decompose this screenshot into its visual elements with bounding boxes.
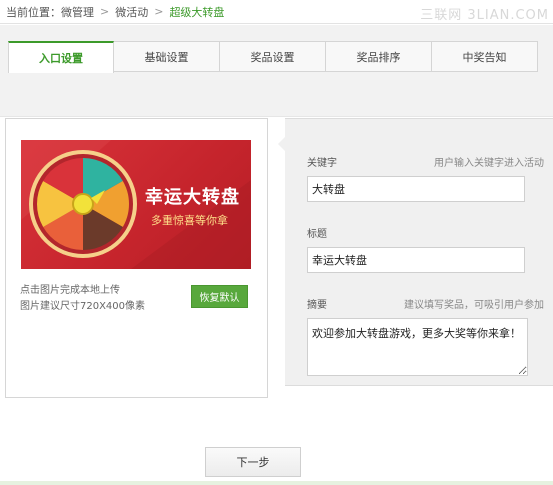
breadcrumb-item-manage[interactable]: 微管理: [61, 4, 94, 20]
tab-prize-order[interactable]: 奖品排序: [326, 41, 432, 72]
tab-bar: 入口设置 基础设置 奖品设置 奖品排序 中奖告知: [0, 25, 553, 117]
next-step-button[interactable]: 下一步: [205, 447, 301, 477]
breadcrumb-item-activity[interactable]: 微活动: [115, 4, 148, 20]
keyword-tip: 用户输入关键字进入活动: [434, 158, 544, 169]
summary-label: 摘要: [307, 300, 327, 311]
breadcrumb-separator: >: [100, 5, 110, 18]
breadcrumb-prefix: 当前位置：: [6, 5, 61, 19]
summary-tip: 建议填写奖品，可吸引用户参加: [404, 300, 544, 311]
title-label: 标题: [307, 229, 327, 240]
banner-title: 幸运大转盘: [145, 187, 240, 208]
title-input[interactable]: [307, 247, 525, 273]
upload-hint: 点击图片完成本地上传: [20, 285, 120, 296]
breadcrumb-item-current: 超级大转盘: [169, 5, 225, 19]
cover-image-card: 幸运大转盘 多重惊喜等你拿 点击图片完成本地上传 图片建议尺寸720X400像素…: [5, 118, 268, 398]
size-hint: 图片建议尺寸720X400像素: [20, 301, 146, 312]
keyword-input[interactable]: [307, 176, 525, 202]
tab-prize-settings[interactable]: 奖品设置: [220, 41, 326, 72]
restore-default-button[interactable]: 恢复默认: [191, 285, 248, 308]
tab-entry-settings[interactable]: 入口设置: [8, 41, 114, 73]
watermark: 三联网 3LIAN.COM: [420, 8, 549, 23]
breadcrumb-separator: >: [154, 5, 164, 18]
summary-textarea[interactable]: 欢迎参加大转盘游戏，更多大奖等你来拿！: [307, 318, 528, 376]
tab-basic-settings[interactable]: 基础设置: [114, 41, 220, 72]
cover-image[interactable]: 幸运大转盘 多重惊喜等你拿: [21, 140, 251, 269]
banner-subtitle: 多重惊喜等你拿: [151, 214, 228, 227]
entry-form-panel: 关键字 用户输入关键字进入活动 标题 摘要 建议填写奖品，可吸引用户参加 欢迎参…: [278, 118, 553, 386]
tab-winner-notice[interactable]: 中奖告知: [432, 41, 538, 72]
tabs: 入口设置 基础设置 奖品设置 奖品排序 中奖告知: [8, 41, 538, 73]
footer-bar: [0, 481, 553, 485]
keyword-label: 关键字: [307, 158, 337, 169]
